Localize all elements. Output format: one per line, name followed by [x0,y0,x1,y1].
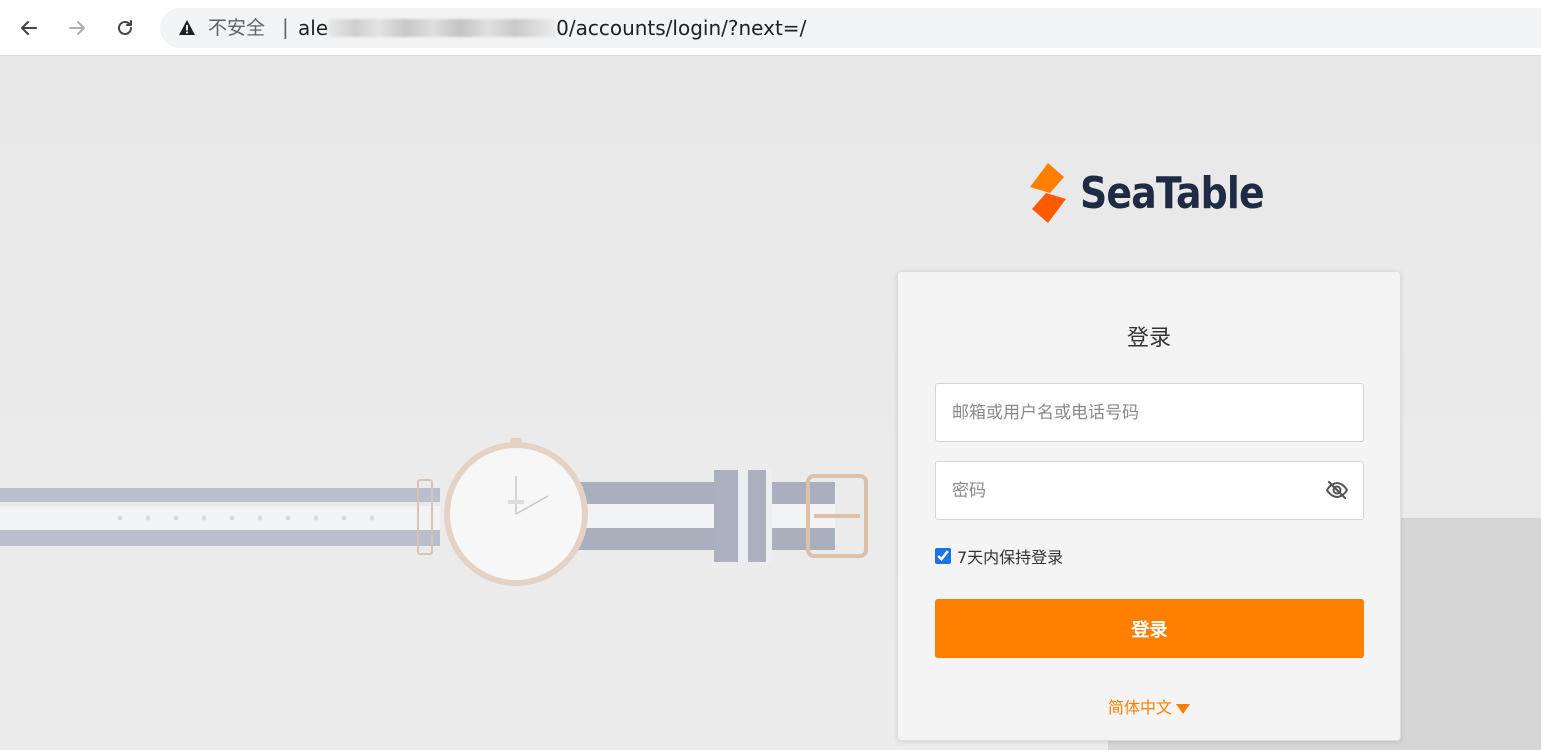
warning-icon [179,20,195,35]
seatable-logo-icon [1030,163,1066,223]
remember-me[interactable]: 7天内保持登录 [935,544,1063,568]
username-input[interactable] [936,384,1363,441]
url-prefix: ale [298,16,329,40]
login-title: 登录 [1126,326,1171,351]
brand-name: SeaTable [1080,167,1265,219]
password-field[interactable] [935,461,1364,520]
password-input[interactable] [936,462,1363,519]
caret-down-icon [1176,703,1190,714]
security-status-label[interactable]: 不安全 [208,16,265,40]
language-selector[interactable]: 简体中文 [898,694,1400,718]
forward-button[interactable] [61,12,93,44]
login-card: 登录 7天内保持登录 登录 简体中文 [897,271,1401,741]
forward-arrow-icon [69,21,85,35]
language-label: 简体中文 [1107,698,1172,717]
browser-toolbar: 不安全 | ale 0/accounts/login/?next=/ [0,0,1541,56]
back-button[interactable] [13,12,45,44]
remember-label[interactable]: 7天内保持登录 [957,544,1063,568]
url-redaction [328,19,557,37]
reload-icon [118,20,132,35]
address-separator: | [282,15,289,39]
watch-background-image [0,438,868,586]
eye-slash-icon[interactable] [1325,480,1349,500]
back-arrow-icon [21,21,37,35]
url-suffix: 0/accounts/login/?next=/ [556,16,807,40]
remember-checkbox[interactable] [935,548,951,564]
login-page: SeaTable 登录 7天内保持登录 登录 简体中文 [0,56,1541,750]
seatable-logo[interactable]: SeaTable [1026,163,1294,223]
url-text[interactable]: ale 0/accounts/login/?next=/ [298,16,806,40]
address-bar[interactable]: 不安全 | ale 0/accounts/login/?next=/ [160,8,1541,48]
login-button[interactable]: 登录 [935,599,1364,658]
username-field[interactable] [935,383,1364,442]
reload-button[interactable] [109,12,141,44]
